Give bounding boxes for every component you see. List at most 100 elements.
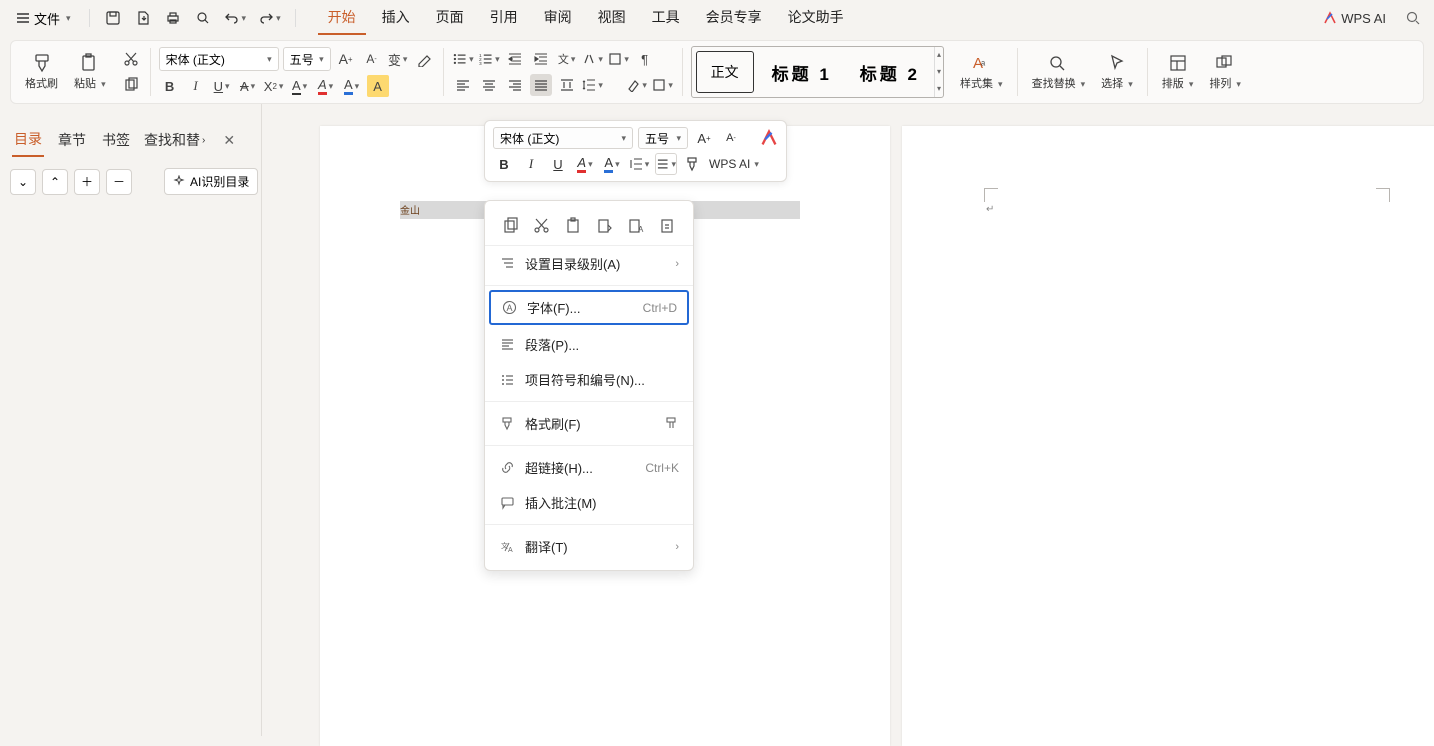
ctx-hyperlink[interactable]: 超链接(H)... Ctrl+K bbox=[485, 450, 693, 485]
ctx-comment[interactable]: 插入批注(M) bbox=[485, 485, 693, 520]
float-wps-ai-button[interactable]: WPS AI▾ bbox=[709, 153, 759, 175]
styles-button[interactable]: Aᵃ 样式集 ▾ bbox=[954, 51, 1009, 93]
float-grow-font-icon[interactable]: A+ bbox=[693, 127, 715, 149]
tab-page[interactable]: 页面 bbox=[426, 1, 474, 35]
align-right-icon[interactable] bbox=[504, 74, 526, 96]
float-shrink-font-icon[interactable]: A- bbox=[720, 127, 742, 149]
arrange-button[interactable]: 排列 ▾ bbox=[1203, 51, 1247, 93]
preview-icon[interactable] bbox=[190, 5, 216, 31]
ctx-paste-format-icon[interactable] bbox=[595, 215, 614, 235]
increase-indent-icon[interactable] bbox=[530, 48, 552, 70]
tab-member[interactable]: 会员专享 bbox=[696, 1, 772, 35]
float-font-combo[interactable]: 宋体 (正文)▾ bbox=[493, 127, 633, 149]
ctx-set-toc-level[interactable]: 设置目录级别(A) › bbox=[485, 246, 693, 281]
distribute-icon[interactable] bbox=[556, 74, 578, 96]
superscript-icon[interactable]: X2▾ bbox=[263, 75, 285, 97]
highlight-icon[interactable]: A▾ bbox=[315, 75, 337, 97]
number-list-icon[interactable]: 123▾ bbox=[478, 48, 500, 70]
border-icon[interactable]: ▾ bbox=[652, 74, 674, 96]
align-left-icon[interactable] bbox=[452, 74, 474, 96]
tab-reference[interactable]: 引用 bbox=[480, 1, 528, 35]
ctx-paste-text-icon[interactable]: A bbox=[626, 215, 645, 235]
page-2[interactable]: ↵ bbox=[902, 126, 1434, 746]
copy-icon[interactable] bbox=[120, 74, 142, 96]
ai-toc-button[interactable]: AI识别目录 bbox=[164, 168, 258, 195]
float-italic-icon[interactable]: I bbox=[520, 153, 542, 175]
float-list-icon[interactable]: ▾ bbox=[655, 153, 677, 175]
style-heading2[interactable]: 标题 2 bbox=[846, 47, 934, 97]
ctx-paragraph[interactable]: 段落(P)... bbox=[485, 327, 693, 362]
float-font-color-icon[interactable]: A▾ bbox=[601, 153, 623, 175]
export-icon[interactable] bbox=[130, 5, 156, 31]
tab-review[interactable]: 审阅 bbox=[534, 1, 582, 35]
bold-icon[interactable]: B bbox=[159, 75, 181, 97]
bullet-list-icon[interactable]: ▾ bbox=[452, 48, 474, 70]
tab-tools[interactable]: 工具 bbox=[642, 1, 690, 35]
text-direction-icon[interactable]: 文▾ bbox=[556, 48, 578, 70]
side-tab-chapter[interactable]: 章节 bbox=[56, 124, 88, 156]
change-case-icon[interactable]: 变▾ bbox=[387, 48, 409, 70]
wps-ai-button[interactable]: WPS AI bbox=[1323, 11, 1386, 26]
select-button[interactable]: 选择 ▾ bbox=[1095, 51, 1139, 93]
remove-icon[interactable]: － bbox=[106, 169, 132, 195]
tab-home[interactable]: 开始 bbox=[318, 1, 366, 35]
ctx-bullets[interactable]: 项目符号和编号(N)... bbox=[485, 362, 693, 397]
font-size-combo[interactable]: 五号▾ bbox=[283, 47, 331, 71]
float-highlight-icon[interactable]: A▾ bbox=[574, 153, 596, 175]
style-heading1[interactable]: 标题 1 bbox=[758, 47, 846, 97]
align-justify-icon[interactable] bbox=[530, 74, 552, 96]
decrease-indent-icon[interactable] bbox=[504, 48, 526, 70]
layout-button[interactable]: 排版 ▾ bbox=[1156, 51, 1200, 93]
paste-button[interactable]: 粘贴 ▾ bbox=[68, 51, 112, 93]
italic-icon[interactable]: I bbox=[185, 75, 207, 97]
redo-button[interactable]: ▾ bbox=[254, 5, 285, 31]
float-underline-icon[interactable]: U bbox=[547, 153, 569, 175]
ctx-paste-special-icon[interactable] bbox=[658, 215, 677, 235]
file-menu-button[interactable]: 文件 ▾ bbox=[8, 5, 79, 32]
tab-thesis[interactable]: 论文助手 bbox=[778, 1, 854, 35]
font-name-combo[interactable]: 宋体 (正文)▾ bbox=[159, 47, 279, 71]
show-marks-icon[interactable]: ¶ bbox=[634, 48, 656, 70]
float-brush-icon[interactable] bbox=[682, 153, 704, 175]
side-tab-find[interactable]: 查找和替› bbox=[144, 130, 205, 150]
grow-font-icon[interactable]: A+ bbox=[335, 48, 357, 70]
underline-icon[interactable]: U▾ bbox=[211, 75, 233, 97]
font-color-a-icon[interactable]: A▾ bbox=[289, 75, 311, 97]
save-icon[interactable] bbox=[100, 5, 126, 31]
format-brush-button[interactable]: 格式刷 bbox=[19, 51, 64, 93]
shading-icon[interactable]: ▾ bbox=[626, 74, 648, 96]
tab-view[interactable]: 视图 bbox=[588, 1, 636, 35]
style-scroll[interactable]: ▴▾▾ bbox=[934, 47, 943, 97]
float-spacing-icon[interactable]: ▾ bbox=[628, 153, 650, 175]
cut-icon[interactable] bbox=[120, 48, 142, 70]
align-center-icon[interactable] bbox=[478, 74, 500, 96]
find-replace-button[interactable]: 查找替换 ▾ bbox=[1026, 51, 1092, 93]
symbol-icon[interactable]: ▾ bbox=[608, 48, 630, 70]
brush-pin-icon[interactable] bbox=[663, 416, 679, 432]
ctx-font[interactable]: A 字体(F)... Ctrl+D bbox=[489, 290, 689, 325]
clear-format-icon[interactable] bbox=[413, 48, 435, 70]
style-zhengwen[interactable]: 正文 bbox=[696, 51, 754, 93]
float-size-combo[interactable]: 五号▾ bbox=[638, 127, 688, 149]
float-bold-icon[interactable]: B bbox=[493, 153, 515, 175]
ctx-copy-icon[interactable] bbox=[501, 215, 520, 235]
close-icon[interactable]: ✕ bbox=[223, 132, 235, 149]
expand-down-icon[interactable]: ⌄ bbox=[10, 169, 36, 195]
collapse-up-icon[interactable]: ⌃ bbox=[42, 169, 68, 195]
search-icon[interactable] bbox=[1400, 5, 1426, 31]
strike-icon[interactable]: A▾ bbox=[237, 75, 259, 97]
print-icon[interactable] bbox=[160, 5, 186, 31]
shrink-font-icon[interactable]: A- bbox=[361, 48, 383, 70]
line-spacing-icon[interactable]: ▾ bbox=[582, 74, 604, 96]
ai-logo-icon[interactable] bbox=[760, 129, 778, 147]
add-icon[interactable]: ＋ bbox=[74, 169, 100, 195]
ctx-cut-icon[interactable] bbox=[532, 215, 551, 235]
font-color-icon[interactable]: A▾ bbox=[341, 75, 363, 97]
ctx-translate[interactable]: 文A 翻译(T) › bbox=[485, 529, 693, 564]
undo-button[interactable]: ▾ bbox=[220, 5, 251, 31]
ctx-paste-icon[interactable] bbox=[564, 215, 583, 235]
side-tab-bookmark[interactable]: 书签 bbox=[100, 124, 132, 156]
sort-icon[interactable]: ▾ bbox=[582, 48, 604, 70]
tab-insert[interactable]: 插入 bbox=[372, 1, 420, 35]
ctx-format-brush[interactable]: 格式刷(F) bbox=[485, 406, 693, 441]
